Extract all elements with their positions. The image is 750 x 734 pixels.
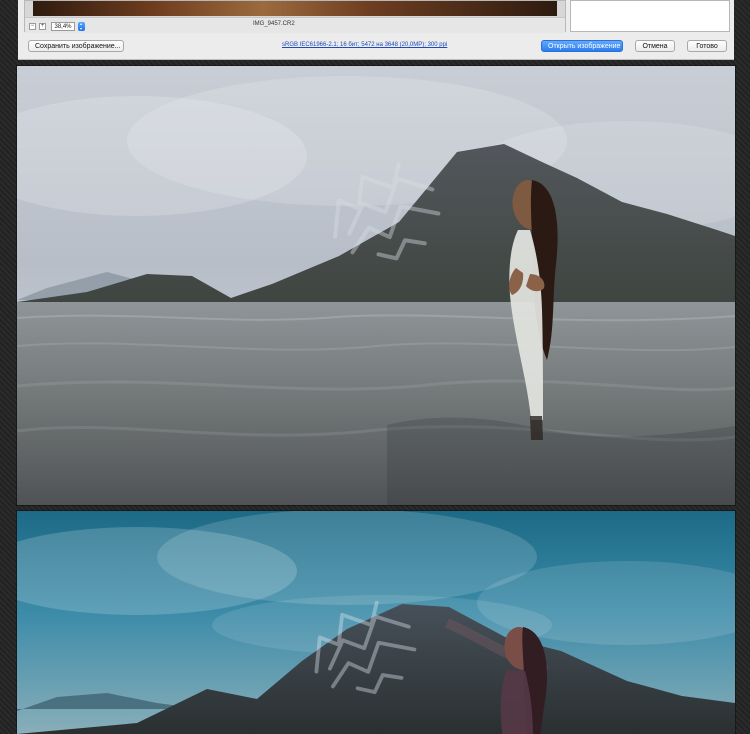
page: − + 38,4% IMG_9457.CR2 Сохранить изображ…: [0, 0, 750, 734]
done-button[interactable]: Готово: [687, 40, 727, 52]
zoom-controls: − + 38,4%: [29, 20, 85, 32]
save-image-button[interactable]: Сохранить изображение...: [28, 40, 124, 52]
preview-toolbar: − + 38,4% IMG_9457.CR2: [25, 17, 565, 33]
before-photo-scene: [17, 66, 735, 505]
preview-frame: − + 38,4% IMG_9457.CR2: [24, 0, 566, 33]
after-photo-scene: [17, 511, 735, 734]
zoom-in-button[interactable]: +: [39, 22, 46, 30]
zoom-dropdown-button[interactable]: [78, 21, 85, 31]
preview-image: [33, 1, 557, 16]
camera-raw-dialog-strip: − + 38,4% IMG_9457.CR2 Сохранить изображ…: [18, 0, 734, 60]
before-photo: [17, 66, 735, 505]
open-image-button[interactable]: Открыть изображение: [541, 40, 623, 52]
file-name: IMG_9457.CR2: [253, 21, 295, 27]
workflow-options-link[interactable]: sRGB IEC61966-2.1; 16 бит; 5472 на 3648 …: [282, 42, 447, 48]
side-panel: [570, 0, 730, 32]
dialog-footer: Сохранить изображение... sRGB IEC61966-2…: [18, 36, 734, 58]
cancel-button[interactable]: Отмена: [635, 40, 675, 52]
zoom-out-button[interactable]: −: [29, 22, 36, 30]
zoom-level-field[interactable]: 38,4%: [51, 21, 75, 31]
after-photo: [17, 511, 735, 734]
